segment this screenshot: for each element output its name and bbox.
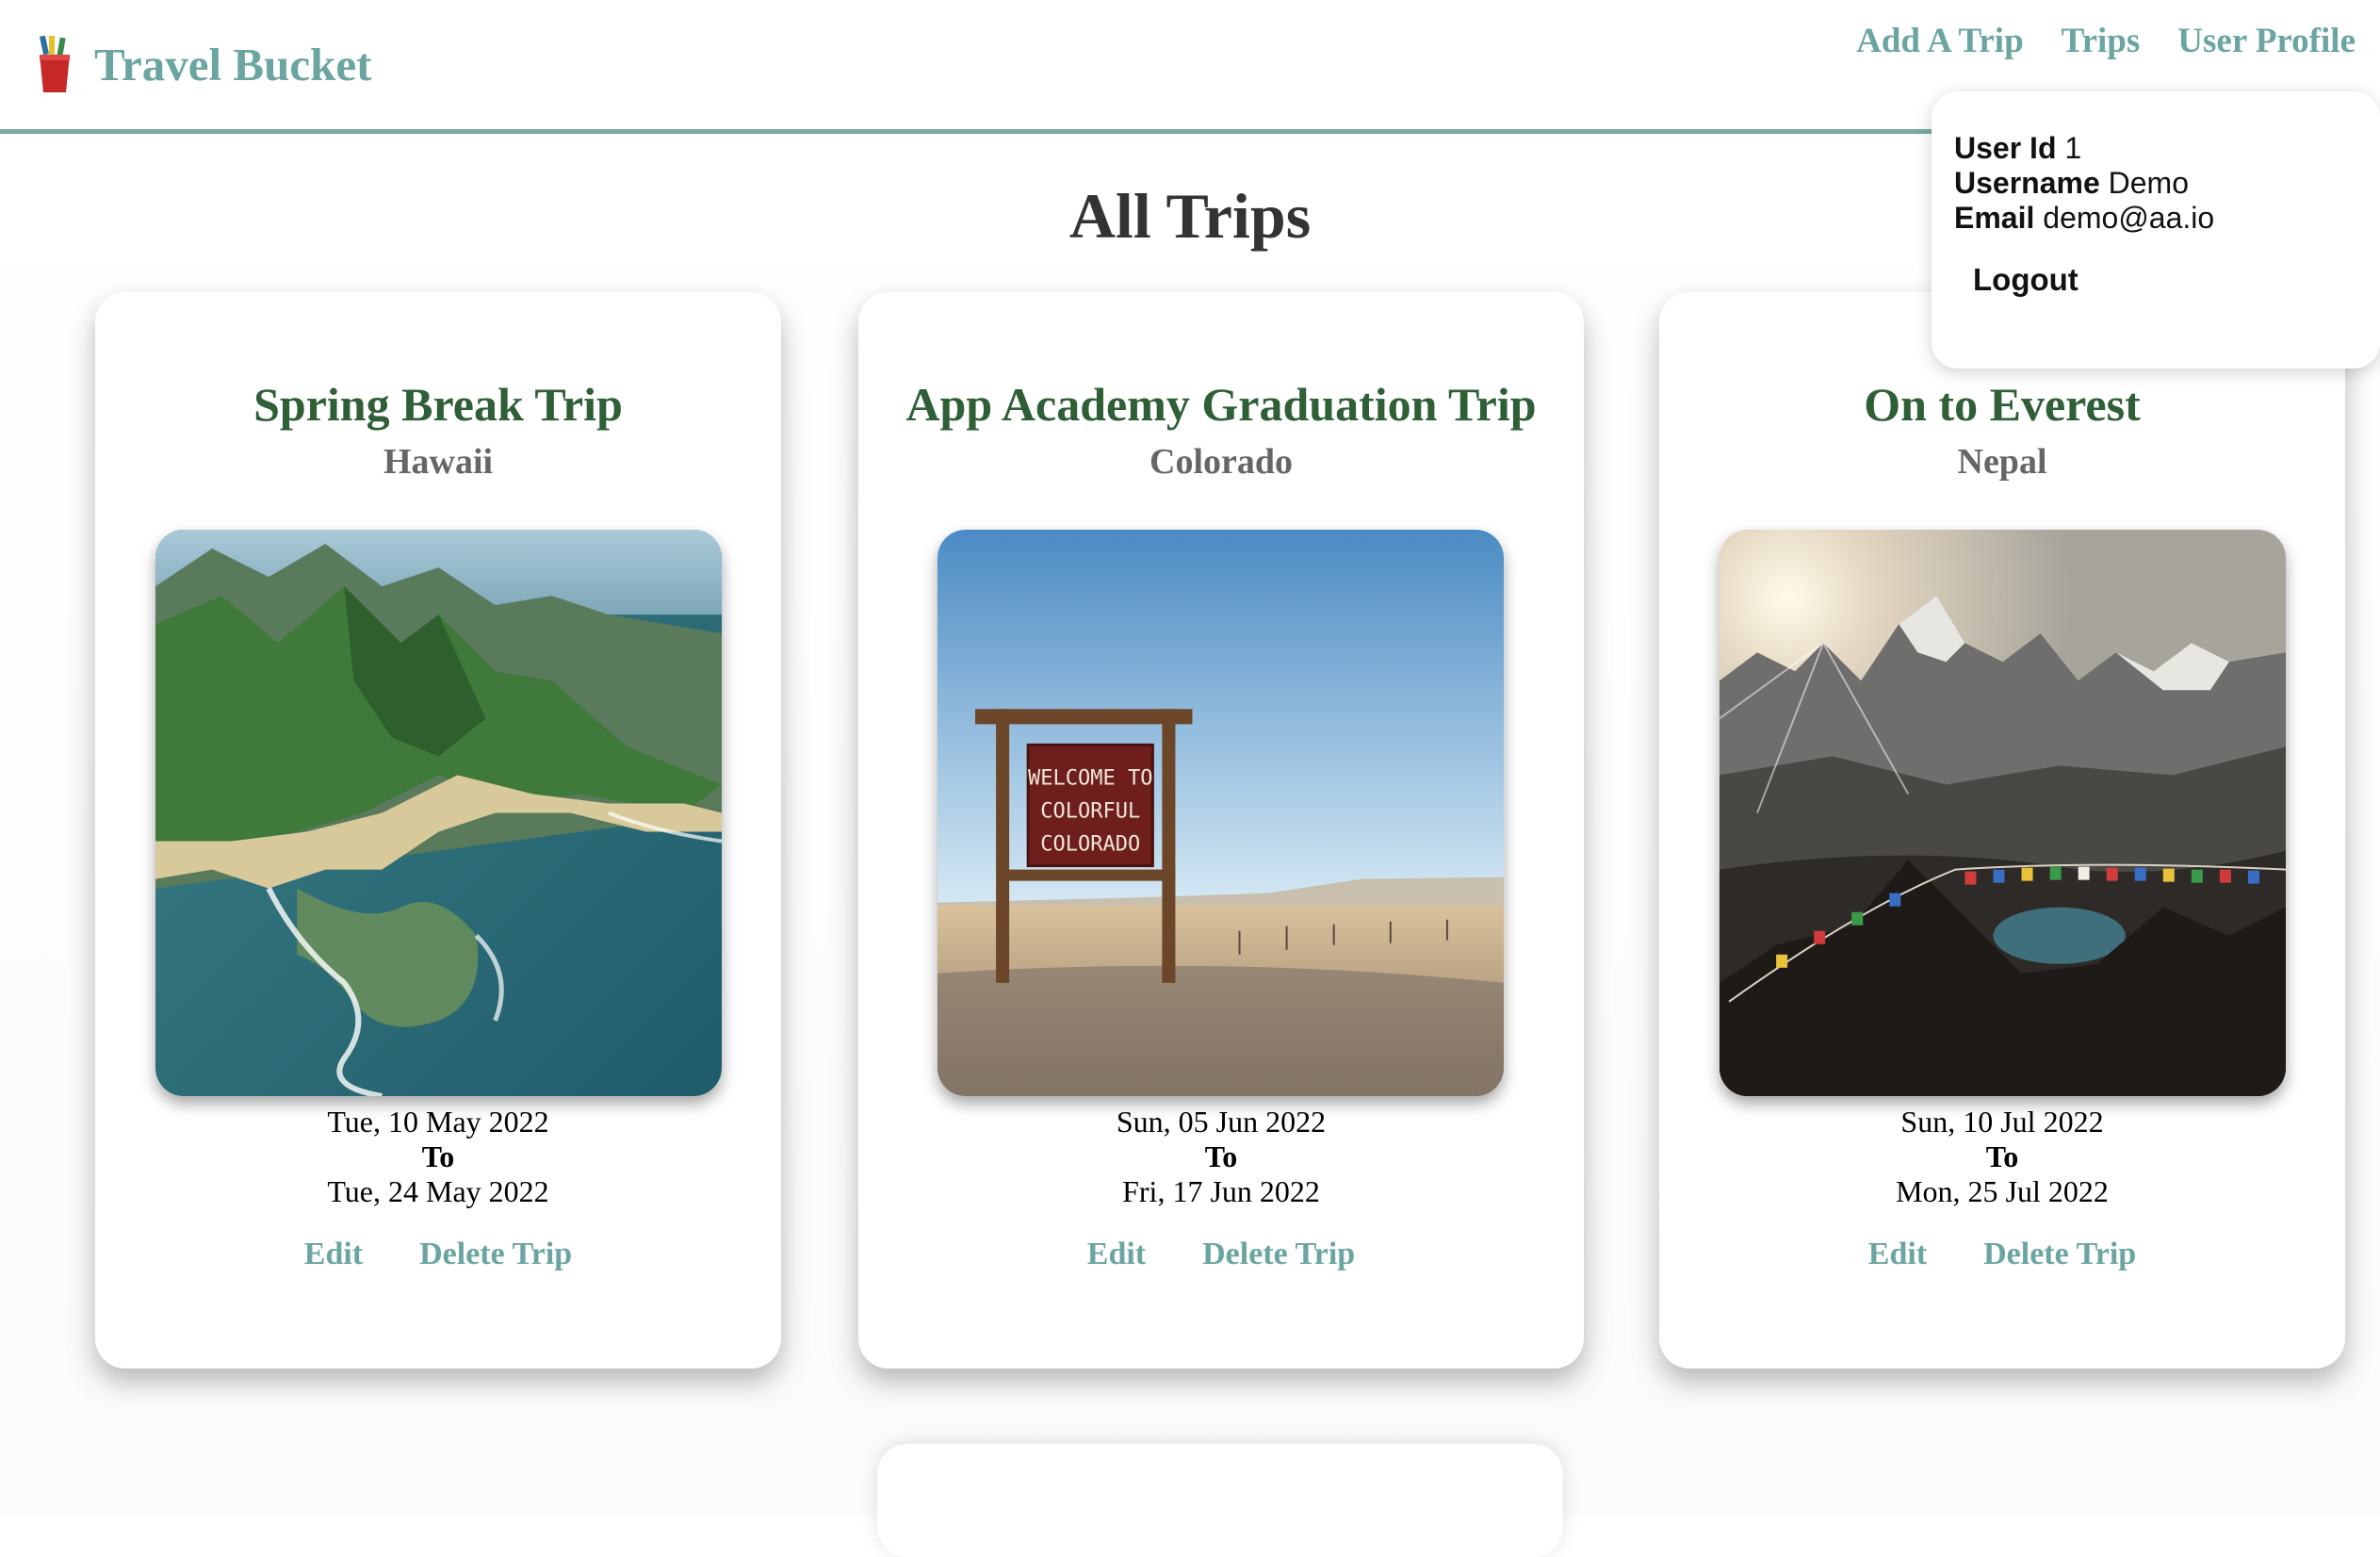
trip-dates: Sun, 05 Jun 2022 To Fri, 17 Jun 2022 [858,1105,1584,1209]
trip-card: Spring Break Trip Hawaii Tue, 10 May 202… [95,292,781,1369]
nav-add-trip[interactable]: Add A Trip [1856,21,2024,61]
sign-text-line1: WELCOME TO [1028,766,1153,790]
delete-trip-button[interactable]: Delete Trip [1983,1237,2136,1272]
sign-text-line2: COLORFUL [1040,800,1140,824]
trip-actions: Edit Delete Trip [95,1237,781,1272]
trip-location: Colorado [1149,442,1293,482]
brand-name[interactable]: Travel Bucket [94,38,371,91]
trip-title: App Academy Graduation Trip [905,378,1537,431]
trip-card-partial [877,1444,1563,1557]
trip-photo-hawaii [155,530,722,1096]
user-id-value: 1 [2064,131,2082,165]
delete-trip-button[interactable]: Delete Trip [419,1237,572,1272]
trip-photo-colorado: WELCOME TO COLORFUL COLORADO [937,530,1504,1096]
nav-user-profile[interactable]: User Profile [2177,21,2356,61]
trip-start-date: Sun, 05 Jun 2022 [1116,1105,1327,1139]
trip-dates: Sun, 10 Jul 2022 To Mon, 25 Jul 2022 [1659,1105,2345,1209]
trip-title: Spring Break Trip [253,378,623,431]
trip-end-date: Fri, 17 Jun 2022 [1122,1174,1320,1208]
main-nav: Add A Trip Trips User Profile [1856,21,2356,61]
trip-location: Hawaii [383,442,494,482]
trip-start-date: Tue, 10 May 2022 [327,1105,549,1139]
username-label: Username [1954,166,2100,200]
logout-button[interactable]: Logout [1973,262,2078,297]
edit-trip-button[interactable]: Edit [1087,1237,1146,1272]
profile-email-row: Email demo@aa.io [1954,201,2380,236]
trip-actions: Edit Delete Trip [858,1237,1584,1272]
edit-trip-button[interactable]: Edit [1868,1237,1927,1272]
trip-dates: Tue, 10 May 2022 To Tue, 24 May 2022 [95,1105,781,1209]
trip-card: App Academy Graduation Trip Colorado WEL… [858,292,1584,1369]
email-value: demo@aa.io [2043,201,2215,235]
username-value: Demo [2108,166,2189,200]
trip-location: Nepal [1957,442,2047,482]
edit-trip-button[interactable]: Edit [304,1237,363,1272]
trip-start-date: Sun, 10 Jul 2022 [1900,1105,2104,1139]
trip-to-label: To [1204,1139,1238,1173]
profile-user-id-row: User Id 1 [1954,131,2380,166]
trip-end-date: Tue, 24 May 2022 [327,1174,549,1208]
email-label: Email [1954,201,2035,235]
user-id-label: User Id [1954,131,2057,165]
trip-to-label: To [1985,1139,2019,1173]
sign-text-line3: COLORADO [1040,833,1140,857]
trip-to-label: To [421,1139,455,1173]
trip-title: On to Everest [1864,378,2141,431]
trip-actions: Edit Delete Trip [1659,1237,2345,1272]
trip-photo-everest [1720,530,2286,1096]
trip-end-date: Mon, 25 Jul 2022 [1896,1174,2109,1208]
trip-card: On to Everest Nepal Sun, 10 Jul 2022 To … [1659,292,2345,1369]
bucket-logo-icon[interactable] [36,36,73,94]
nav-trips[interactable]: Trips [2062,21,2141,61]
profile-username-row: Username Demo [1954,166,2380,201]
user-profile-dropdown: User Id 1 Username Demo Email demo@aa.io… [1932,91,2380,369]
delete-trip-button[interactable]: Delete Trip [1202,1237,1355,1272]
